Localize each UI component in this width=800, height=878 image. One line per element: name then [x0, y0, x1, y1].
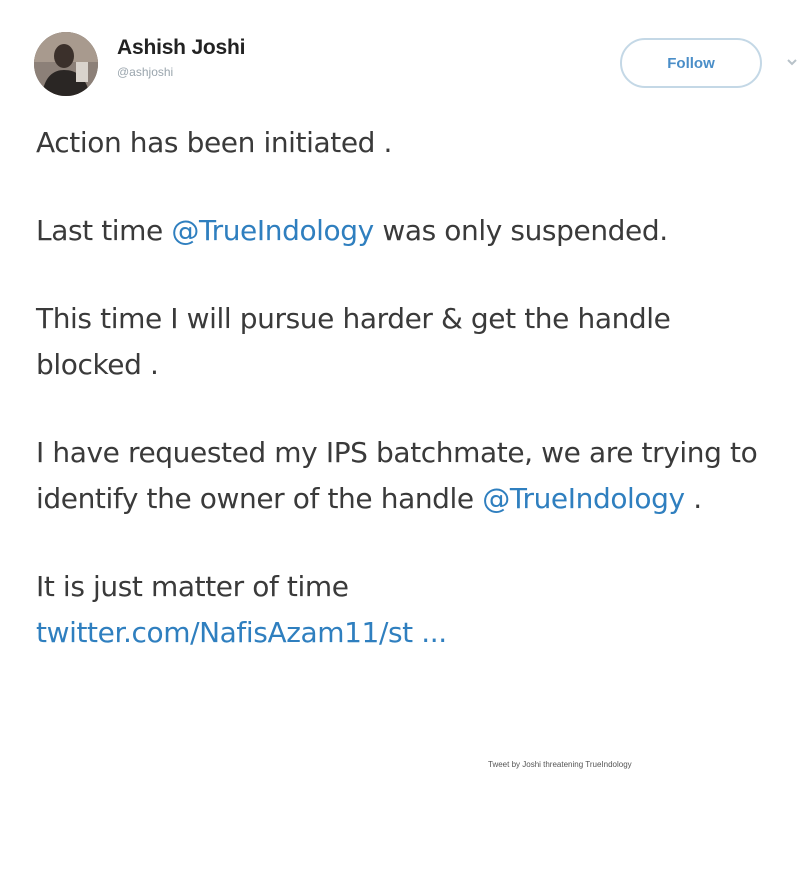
- tweet-paragraph-5: It is just matter of time twitter.com/Na…: [36, 564, 776, 656]
- tweet-paragraph-1: Action has been initiated .: [36, 126, 393, 159]
- tweet-paragraph-3: This time I will pursue harder & get the…: [36, 302, 671, 381]
- text-segment: It is just matter of time: [36, 570, 349, 603]
- avatar[interactable]: [34, 32, 98, 96]
- image-credit: Tweet by Joshi threatening TrueIndology: [488, 760, 632, 769]
- text-segment: Last time: [36, 214, 172, 247]
- text-segment: was only suspended.: [373, 214, 668, 247]
- author-handle[interactable]: @ashjoshi: [117, 64, 245, 80]
- author-info: Ashish Joshi @ashjoshi: [117, 36, 245, 80]
- quoted-tweet-link[interactable]: twitter.com/NafisAzam11/st ...: [36, 616, 447, 649]
- tweet-card: Ashish Joshi @ashjoshi Follow Action has…: [0, 0, 800, 790]
- mention-link[interactable]: @TrueIndology: [482, 482, 685, 515]
- author-name[interactable]: Ashish Joshi: [117, 36, 245, 60]
- tweet-text: Action has been initiated . Last time @T…: [36, 120, 776, 656]
- follow-button[interactable]: Follow: [620, 38, 762, 88]
- tweet-paragraph-4: I have requested my IPS batchmate, we ar…: [36, 430, 776, 522]
- text-segment: .: [684, 482, 702, 515]
- chevron-down-icon[interactable]: [786, 56, 798, 68]
- avatar-photo: [34, 32, 98, 96]
- tweet-paragraph-2: Last time @TrueIndology was only suspend…: [36, 208, 776, 254]
- mention-link[interactable]: @TrueIndology: [171, 214, 374, 247]
